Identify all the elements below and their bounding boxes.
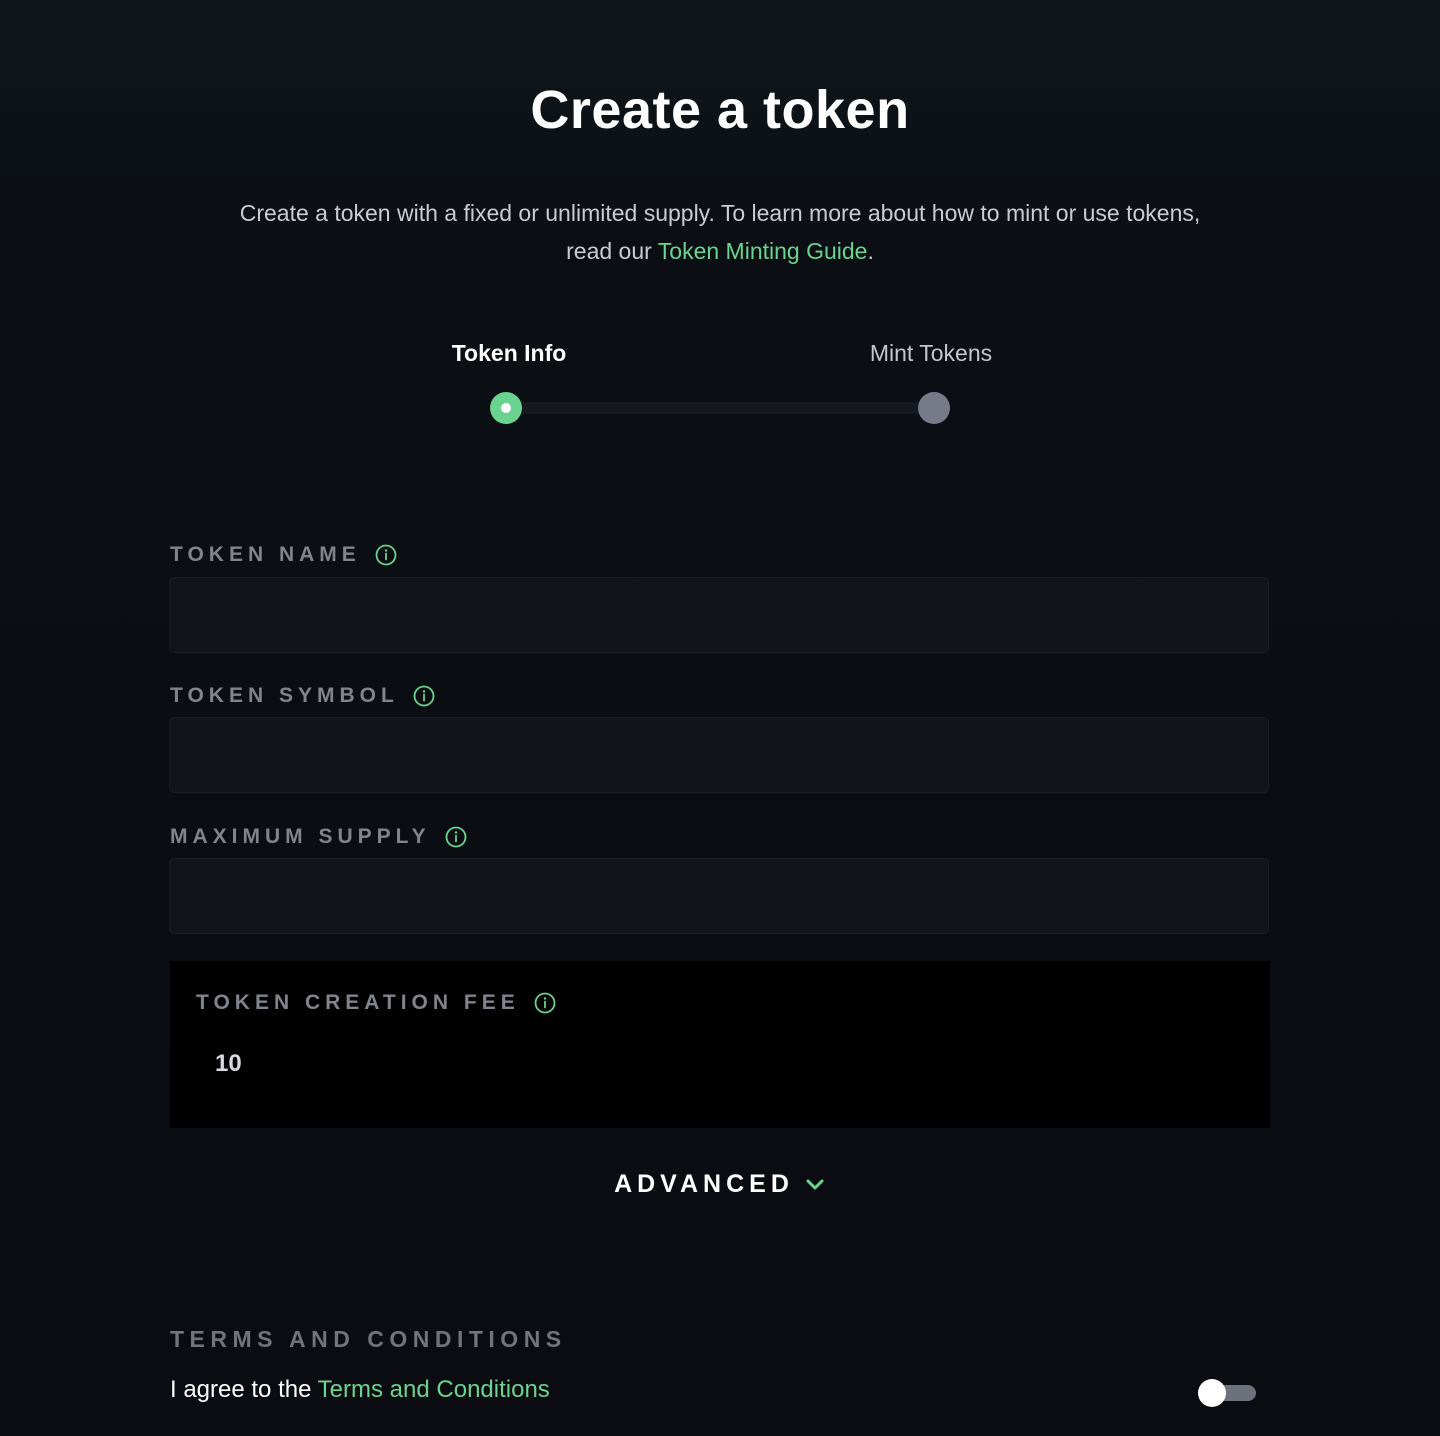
page-subtitle: Create a token with a fixed or unlimited… <box>220 194 1220 270</box>
page-title: Create a token <box>530 80 910 140</box>
token-creation-fee-value: 10 <box>215 1050 242 1077</box>
info-circle-icon[interactable] <box>445 826 467 848</box>
terms-agree-toggle[interactable] <box>1198 1379 1256 1407</box>
maximum-supply-label-text: MAXIMUM SUPPLY <box>170 825 431 848</box>
chevron-down-icon <box>804 1173 826 1195</box>
stepper: Token Info Mint Tokens <box>0 336 1440 436</box>
stepper-track <box>506 402 934 414</box>
token-name-input[interactable] <box>169 577 1269 653</box>
info-circle-icon[interactable] <box>375 544 397 566</box>
terms-agreement-text: I agree to the Terms and Conditions <box>170 1374 550 1406</box>
info-circle-icon[interactable] <box>413 685 435 707</box>
token-creation-fee-panel: TOKEN CREATION FEE 10 <box>170 961 1270 1128</box>
token-minting-guide-link[interactable]: Token Minting Guide <box>658 238 868 264</box>
subtitle-end: . <box>867 238 874 264</box>
step-dot-mint-tokens <box>918 392 950 424</box>
advanced-toggle[interactable]: ADVANCED <box>0 1168 1440 1200</box>
token-symbol-label: TOKEN SYMBOL <box>170 683 435 709</box>
step-label-token-info: Token Info <box>451 340 567 366</box>
step-label-mint-tokens: Mint Tokens <box>869 340 993 366</box>
maximum-supply-label: MAXIMUM SUPPLY <box>170 824 467 850</box>
terms-text: I agree to the <box>170 1376 312 1403</box>
advanced-label: ADVANCED <box>614 1170 794 1198</box>
info-circle-icon[interactable] <box>534 992 556 1014</box>
terms-heading: TERMS AND CONDITIONS <box>170 1326 567 1352</box>
maximum-supply-input[interactable] <box>169 858 1269 934</box>
toggle-knob <box>1198 1379 1226 1407</box>
terms-and-conditions-link[interactable]: Terms and Conditions <box>318 1376 550 1403</box>
token-symbol-label-text: TOKEN SYMBOL <box>170 684 399 707</box>
token-creation-fee-label: TOKEN CREATION FEE <box>196 990 556 1016</box>
token-creation-fee-label-text: TOKEN CREATION FEE <box>196 991 520 1014</box>
token-name-label: TOKEN NAME <box>170 542 397 568</box>
token-name-label-text: TOKEN NAME <box>170 543 361 566</box>
step-dot-token-info <box>490 392 522 424</box>
token-symbol-input[interactable] <box>169 717 1269 793</box>
